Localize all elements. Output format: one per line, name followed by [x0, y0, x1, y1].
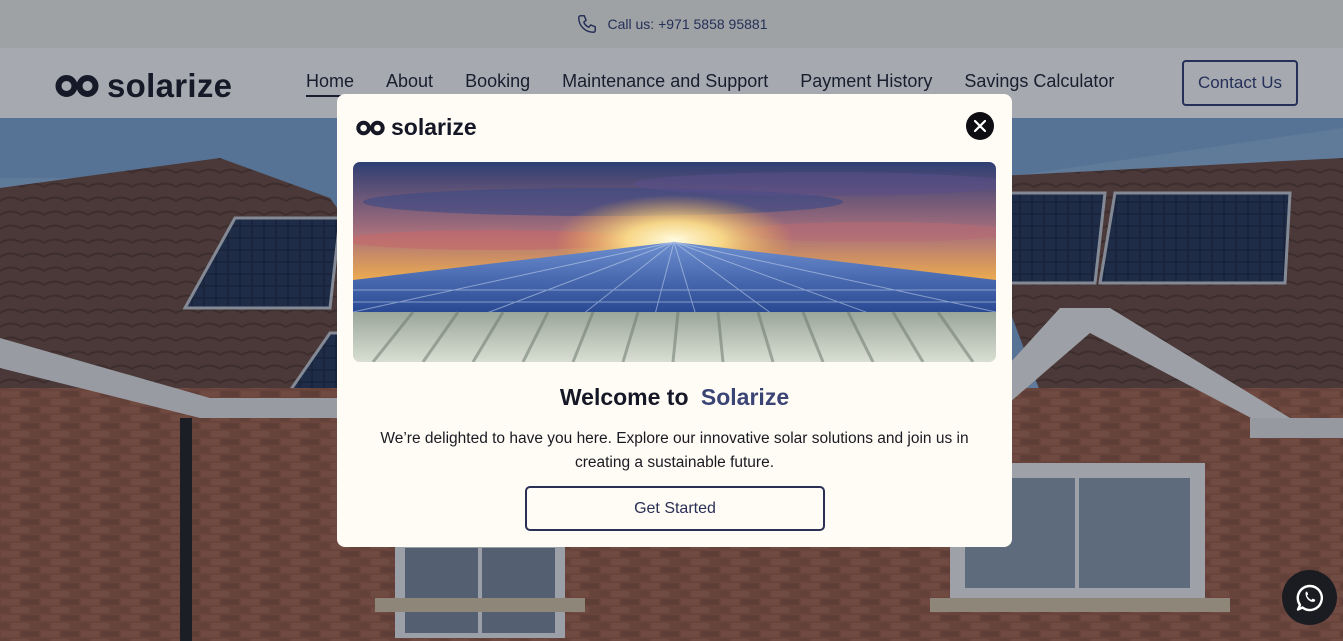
solar-sunset-image [353, 162, 996, 362]
modal-title: Welcome to Solarize [337, 384, 1012, 411]
modal-logo-wordmark: solarize [391, 114, 477, 140]
modal-close-button[interactable] [966, 112, 994, 140]
modal-title-brand: Solarize [700, 384, 790, 410]
welcome-modal: solarize Welcome to Solarize We’re delig… [337, 94, 1012, 547]
get-started-button[interactable]: Get Started [525, 486, 825, 531]
close-icon [974, 120, 986, 132]
whatsapp-icon [1296, 584, 1323, 611]
modal-title-prefix: Welcome to [559, 384, 689, 410]
modal-logo: solarize [356, 114, 477, 141]
modal-description: We’re delighted to have you here. Explor… [380, 430, 969, 471]
infinity-logo-icon [356, 120, 385, 135]
whatsapp-chat-button[interactable] [1282, 570, 1337, 625]
